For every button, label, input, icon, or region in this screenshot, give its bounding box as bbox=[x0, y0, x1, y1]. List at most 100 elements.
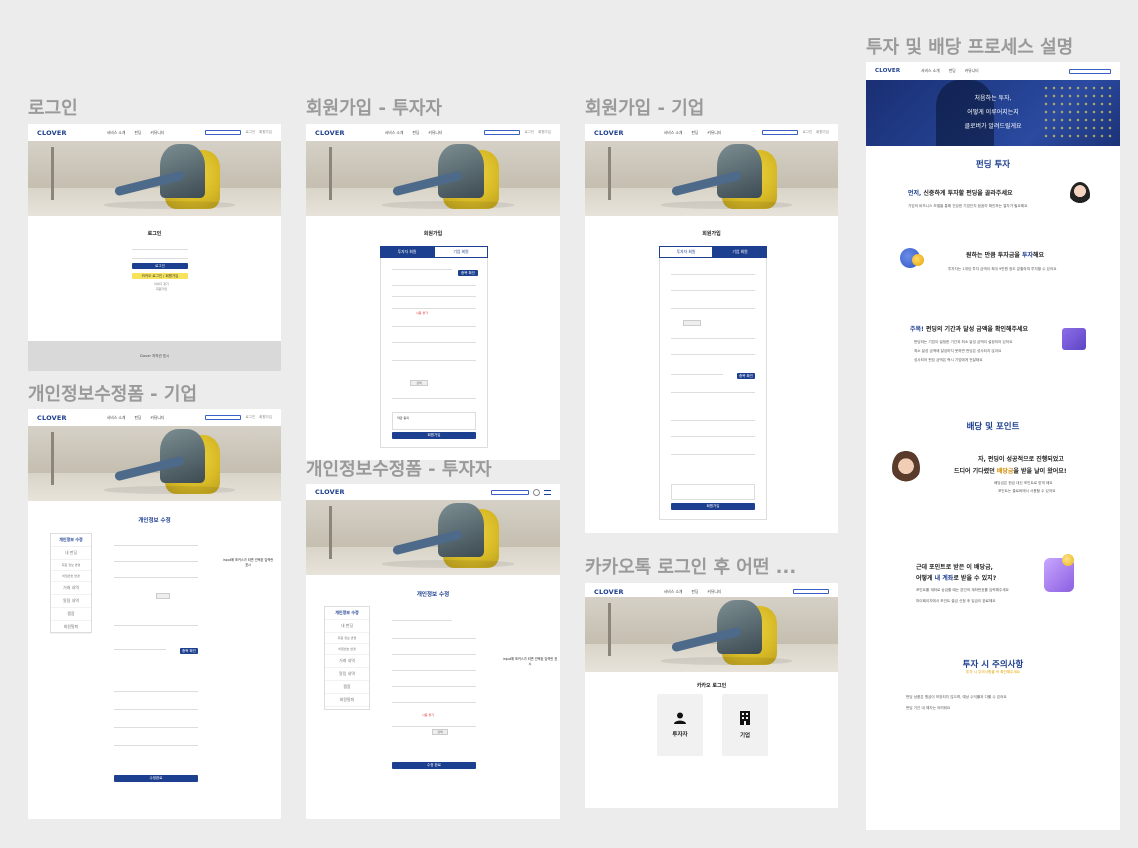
password-field[interactable] bbox=[392, 281, 476, 286]
nav-signup[interactable]: 회원가입 bbox=[259, 415, 272, 420]
password-field[interactable] bbox=[392, 634, 476, 639]
nav-link-about[interactable]: 서비스 소개 bbox=[107, 130, 126, 136]
sidebar-item-wishlist[interactable]: 찜함 bbox=[325, 681, 369, 694]
nav-link-about[interactable]: 서비스 소개 bbox=[385, 130, 404, 136]
search-input[interactable] bbox=[491, 489, 529, 495]
logo[interactable]: CLOVER bbox=[594, 129, 624, 137]
avatar-icon[interactable] bbox=[533, 488, 540, 496]
nav-link-about[interactable]: 서비스 소개 bbox=[664, 589, 683, 595]
logo[interactable]: CLOVER bbox=[37, 129, 67, 137]
phone-field[interactable] bbox=[114, 621, 198, 626]
duplicate-check-button[interactable]: 중복 확인 bbox=[458, 270, 478, 276]
address-search-button[interactable]: 검색 bbox=[410, 380, 428, 386]
phone-field[interactable] bbox=[671, 350, 755, 355]
sidebar-item-password[interactable]: 비밀번호 변경 bbox=[325, 644, 369, 655]
nav-link-funding[interactable]: 펀딩 bbox=[691, 130, 698, 136]
sidebar-item-notifications[interactable]: 알림 내역 bbox=[51, 595, 91, 608]
phone-field[interactable] bbox=[392, 338, 476, 343]
tab-company[interactable]: 기업 회원 bbox=[713, 246, 767, 258]
nav-link-about[interactable]: 서비스 소개 bbox=[664, 130, 683, 136]
phone-field[interactable] bbox=[392, 698, 476, 703]
tab-investor[interactable]: 투자자 회원 bbox=[659, 246, 713, 258]
nav-login[interactable]: 로그인 bbox=[524, 130, 534, 135]
submit-button[interactable]: 수정 완료 bbox=[392, 762, 476, 769]
nav-login[interactable]: 로그인 bbox=[802, 130, 812, 135]
password-field[interactable] bbox=[132, 254, 188, 259]
address-field[interactable] bbox=[671, 432, 755, 437]
search-input[interactable] bbox=[793, 589, 829, 594]
verify-button[interactable] bbox=[683, 320, 701, 326]
company-name-field[interactable] bbox=[671, 270, 755, 275]
search-input[interactable] bbox=[1069, 68, 1111, 74]
password-confirm-field[interactable] bbox=[671, 416, 755, 421]
sidebar-item-wishlist[interactable]: 찜함 bbox=[51, 608, 91, 621]
company-card[interactable]: 기업 bbox=[722, 694, 768, 756]
password-field[interactable] bbox=[671, 388, 755, 393]
verify-button[interactable] bbox=[156, 593, 170, 599]
nickname-field[interactable] bbox=[392, 322, 476, 327]
search-input[interactable] bbox=[484, 130, 521, 135]
nav-link-funding[interactable]: 펀딩 bbox=[134, 130, 141, 136]
find-id-link[interactable]: 아이디 찾기 bbox=[154, 282, 169, 286]
logo[interactable]: CLOVER bbox=[315, 488, 345, 496]
search-input[interactable] bbox=[205, 130, 242, 135]
business-number-field[interactable] bbox=[114, 557, 198, 562]
nav-link-about[interactable]: 서비스 소개 bbox=[107, 415, 126, 421]
logo[interactable]: CLOVER bbox=[594, 588, 624, 596]
hamburger-menu-icon[interactable] bbox=[544, 489, 551, 495]
name-field[interactable] bbox=[392, 304, 476, 309]
nav-signup[interactable]: 회원가입 bbox=[538, 130, 551, 135]
id-field[interactable] bbox=[114, 645, 166, 650]
address-search-button[interactable]: 검색 bbox=[432, 729, 448, 735]
nav-link-community[interactable]: 커뮤니티 bbox=[965, 68, 979, 74]
sidebar-item-withdraw[interactable]: 회원탈퇴 bbox=[51, 621, 91, 634]
nav-link-community[interactable]: 커뮤니티 bbox=[707, 589, 721, 595]
nav-login[interactable]: 로그인 bbox=[245, 415, 255, 420]
id-field[interactable] bbox=[132, 245, 188, 250]
nav-link-community[interactable]: 커뮤니티 bbox=[150, 415, 164, 421]
sidebar-item-withdraw[interactable]: 회원탈퇴 bbox=[325, 694, 369, 707]
password-confirm-field[interactable] bbox=[392, 650, 476, 655]
nav-link-funding[interactable]: 펀딩 bbox=[134, 415, 141, 421]
sidebar-item-my-funding[interactable]: 내 펀딩 bbox=[325, 620, 369, 633]
duplicate-check-button[interactable]: 중복 확인 bbox=[180, 648, 198, 654]
address-field[interactable] bbox=[114, 723, 198, 728]
login-button[interactable]: 로그인 bbox=[132, 263, 188, 269]
search-input[interactable] bbox=[762, 130, 799, 135]
name-field[interactable] bbox=[392, 666, 476, 671]
email-field[interactable] bbox=[114, 573, 198, 578]
nav-link-funding[interactable]: 펀딩 bbox=[949, 68, 956, 74]
sidebar-item-transactions[interactable]: 거래 내역 bbox=[325, 655, 369, 668]
sidebar-item-notifications[interactable]: 알림 내역 bbox=[325, 668, 369, 681]
tab-company[interactable]: 기업 회원 bbox=[434, 246, 488, 258]
sidebar-item-transactions[interactable]: 거래 내역 bbox=[51, 582, 91, 595]
company-name-field[interactable] bbox=[114, 541, 198, 546]
nav-link-community[interactable]: 커뮤니티 bbox=[150, 130, 164, 136]
address-detail-field[interactable] bbox=[114, 741, 198, 746]
email-field[interactable] bbox=[392, 356, 476, 361]
nav-login[interactable]: 로그인 bbox=[245, 130, 255, 135]
submit-button[interactable]: 회원가입 bbox=[392, 432, 476, 439]
nav-signup[interactable]: 회원가입 bbox=[816, 130, 829, 135]
address-detail-field[interactable] bbox=[671, 450, 755, 455]
email-field[interactable] bbox=[392, 722, 476, 727]
duplicate-check-button[interactable]: 중복 확인 bbox=[737, 373, 755, 379]
sidebar-item-member-info[interactable]: 회원 정보 변경 bbox=[51, 560, 91, 571]
sidebar-item-password[interactable]: 비밀번호 변경 bbox=[51, 571, 91, 582]
nav-link-community[interactable]: 커뮤니티 bbox=[428, 130, 442, 136]
investor-card[interactable]: 투자자 bbox=[657, 694, 703, 756]
sidebar-item-my-funding[interactable]: 내 펀딩 bbox=[51, 547, 91, 560]
nav-link-about[interactable]: 서비스 소개 bbox=[921, 68, 940, 74]
submit-button[interactable]: 수정완료 bbox=[114, 775, 198, 782]
manager-field[interactable] bbox=[671, 334, 755, 339]
sidebar-item-edit[interactable]: 개인정보 수정 bbox=[325, 607, 369, 620]
nav-link-funding[interactable]: 펀딩 bbox=[412, 130, 419, 136]
tab-investor[interactable]: 투자자 회원 bbox=[380, 246, 434, 258]
logo[interactable]: CLOVER bbox=[37, 414, 67, 422]
nav-link-funding[interactable]: 펀딩 bbox=[691, 589, 698, 595]
sidebar-item-member-info[interactable]: 회원 정보 변경 bbox=[325, 633, 369, 644]
id-field[interactable] bbox=[671, 370, 723, 375]
signup-link[interactable]: 회원가입 bbox=[156, 287, 167, 291]
search-input[interactable] bbox=[205, 415, 242, 420]
logo[interactable]: CLOVER bbox=[875, 68, 901, 74]
